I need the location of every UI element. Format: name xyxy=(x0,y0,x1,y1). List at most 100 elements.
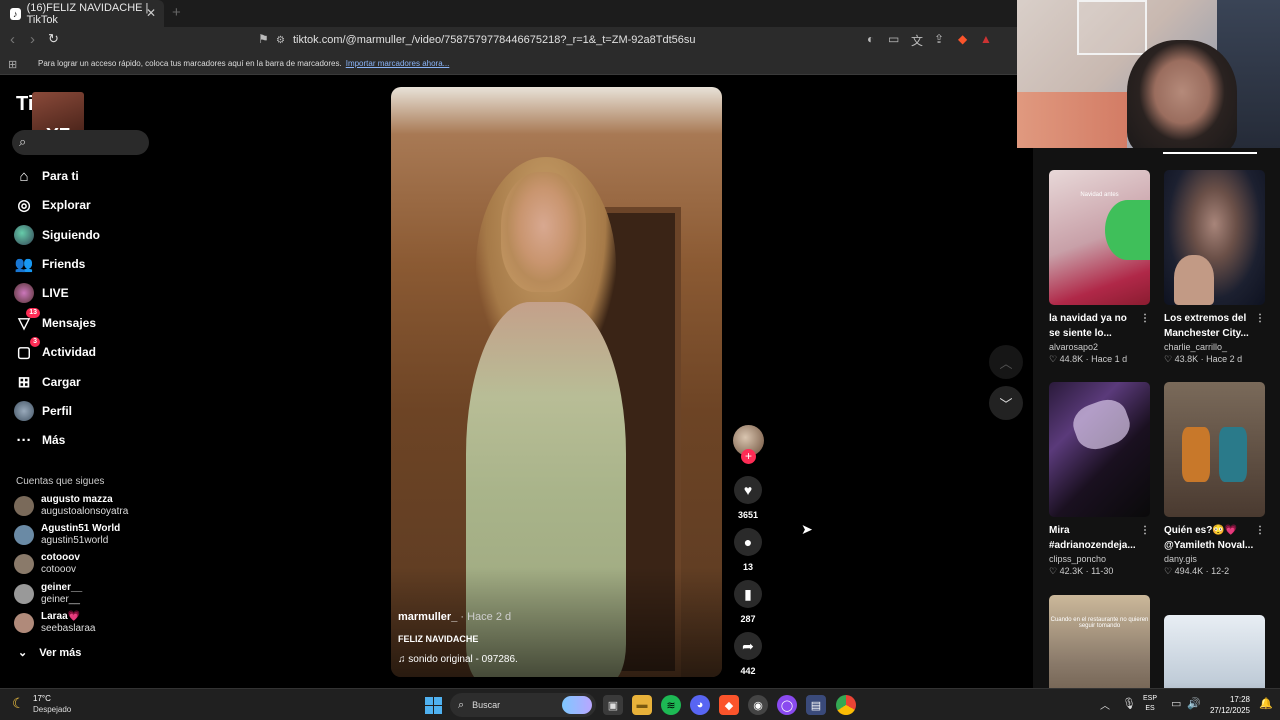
discord-icon[interactable]: ◕ xyxy=(690,695,710,715)
following-account[interactable]: Agustin51 World agustin51world xyxy=(14,523,120,547)
weather-temperature[interactable]: 17°C xyxy=(33,694,51,703)
media-icon[interactable]: ◐ xyxy=(867,32,874,46)
avatar xyxy=(14,496,34,516)
previous-video-button[interactable]: ︿ xyxy=(989,345,1023,379)
new-tab-button[interactable]: + xyxy=(172,4,181,21)
video-card[interactable]: Los extremos del Manchester City... ⋮ cha… xyxy=(1164,170,1265,365)
nav-siguiendo[interactable]: Siguiendo xyxy=(14,223,100,247)
card-author[interactable]: dany.gis xyxy=(1164,554,1265,564)
site-info-icon[interactable]: ⚙ xyxy=(276,35,285,46)
video-sound[interactable]: ♫ sonido original - 097286. xyxy=(398,654,518,665)
nav-mas[interactable]: ··· Más xyxy=(14,428,66,452)
card-stats: ♡ 42.3K · 11-30 xyxy=(1049,566,1114,576)
video-thumbnail[interactable]: Cuando en el restaurante no quieren segu… xyxy=(1049,595,1150,688)
following-account[interactable]: augusto mazza augustoalonsoyatra xyxy=(14,494,128,518)
like-button[interactable]: ♥ xyxy=(734,476,762,504)
more-options-icon[interactable]: ⋮ xyxy=(1255,311,1265,326)
url-text[interactable]: tiktok.com/@marmuller_/video/75875797784… xyxy=(293,34,696,46)
back-icon[interactable]: ‹ xyxy=(10,31,15,48)
cast-icon[interactable]: ▭ xyxy=(888,32,899,46)
card-title[interactable]: la navidad ya no se siente lo... xyxy=(1049,313,1127,339)
comment-button[interactable]: ● xyxy=(734,528,762,556)
brave-shield-icon[interactable]: ◆ xyxy=(958,32,967,46)
music-note-icon: ♫ xyxy=(398,654,409,665)
bookmark-icon[interactable]: ⚑ xyxy=(258,32,269,46)
moon-weather-icon[interactable]: ☾ xyxy=(12,695,25,712)
card-title[interactable]: Los extremos del Manchester City... xyxy=(1164,313,1249,339)
share-button[interactable]: ➦ xyxy=(734,632,762,660)
more-options-icon[interactable]: ⋮ xyxy=(1140,311,1150,326)
following-account[interactable]: geiner__ geiner__ xyxy=(14,582,82,606)
volume-icon[interactable]: 🔊 xyxy=(1187,697,1201,710)
save-button[interactable]: ▮ xyxy=(734,580,762,608)
next-video-button[interactable]: ﹀ xyxy=(989,386,1023,420)
taskbar-search[interactable]: ⌕ Buscar xyxy=(450,693,596,717)
more-options-icon[interactable]: ⋮ xyxy=(1140,523,1150,538)
nav-perfil[interactable]: Perfil xyxy=(14,399,72,423)
close-tab-icon[interactable]: ✕ xyxy=(146,6,156,20)
network-icon[interactable]: ▭ xyxy=(1171,697,1181,710)
translate-icon[interactable]: 文 xyxy=(911,32,923,49)
account-name: augusto mazza xyxy=(41,494,113,505)
save-count: 287 xyxy=(740,614,756,624)
search-input[interactable]: ⌕ xyxy=(12,130,149,155)
video-card[interactable]: Cuando en el restaurante no quieren segu… xyxy=(1049,595,1150,688)
nav-cargar[interactable]: ⊞ Cargar xyxy=(14,370,81,394)
video-thumbnail[interactable] xyxy=(1164,170,1265,305)
forward-icon[interactable]: › xyxy=(30,31,35,48)
nav-live[interactable]: LIVE xyxy=(14,281,69,305)
card-author[interactable]: clipss_poncho xyxy=(1049,554,1150,564)
tray-overflow-icon[interactable]: ︿ xyxy=(1100,697,1110,712)
reload-icon[interactable]: ↻ xyxy=(48,31,59,47)
nav-mensajes[interactable]: ▽ 13 Mensajes xyxy=(14,308,96,335)
nav-explorar[interactable]: ◎ Explorar xyxy=(14,193,90,217)
system-clock[interactable]: 17:28 27/12/2025 xyxy=(1208,694,1250,716)
card-title[interactable]: Mira #adrianozendeja... xyxy=(1049,525,1136,551)
card-author[interactable]: alvarosapo2 xyxy=(1049,342,1150,352)
game-controller-icon[interactable]: ▤ xyxy=(806,695,826,715)
video-card[interactable]: Navidad antes la navidad ya no se siente… xyxy=(1049,170,1150,365)
nav-friends[interactable]: 👥 Friends xyxy=(14,252,86,276)
nav-para-ti[interactable]: ⌂ Para ti xyxy=(14,164,78,188)
card-title[interactable]: Quién es?😳💗 @Yamileth Noval... xyxy=(1164,525,1253,551)
share-icon[interactable]: ⇪ xyxy=(934,32,944,46)
see-more-button[interactable]: ⌄ Ver más xyxy=(18,646,81,660)
input-language[interactable]: ESP ES xyxy=(1143,694,1157,714)
sound-name[interactable]: sonido original - 097286. xyxy=(408,654,518,665)
following-account[interactable]: Laraa💗 seebaslaraa xyxy=(14,611,95,635)
mouse-cursor-icon: ➤ xyxy=(801,521,813,537)
video-thumbnail[interactable]: Navidad antes xyxy=(1049,170,1150,305)
account-handle: agustin51world xyxy=(41,535,109,546)
avatar xyxy=(14,525,34,545)
chrome-icon[interactable] xyxy=(836,695,856,715)
video-thumbnail[interactable] xyxy=(1164,382,1265,517)
obs-icon[interactable]: ◯ xyxy=(777,695,797,715)
video-username[interactable]: marmuller_ xyxy=(398,611,457,623)
bookmarks-hint: Para lograr un acceso rápido, coloca tus… xyxy=(38,59,342,68)
video-author[interactable]: marmuller_ · Hace 2 d xyxy=(398,611,511,623)
file-explorer-icon[interactable]: ▬ xyxy=(632,695,652,715)
brave-rewards-icon[interactable]: ▲ xyxy=(980,32,992,46)
app-icon[interactable]: ◉ xyxy=(748,695,768,715)
more-options-icon[interactable]: ⋮ xyxy=(1255,523,1265,538)
video-thumbnail[interactable] xyxy=(1049,382,1150,517)
windows-start-icon[interactable] xyxy=(425,697,442,714)
video-card[interactable] xyxy=(1164,615,1265,688)
card-author[interactable]: charlie_carrillo_ xyxy=(1164,342,1265,352)
import-bookmarks-link[interactable]: Importar marcadores ahora... xyxy=(346,59,450,68)
brave-browser-icon[interactable]: ◆ xyxy=(719,695,739,715)
video-player[interactable]: marmuller_ · Hace 2 d FELIZ NAVIDACHE ♫ … xyxy=(391,87,722,677)
task-view-icon[interactable]: ▣ xyxy=(603,695,623,715)
spotify-icon[interactable]: ≋ xyxy=(661,695,681,715)
video-thumbnail[interactable] xyxy=(1164,615,1265,688)
follow-plus-icon[interactable]: + xyxy=(741,449,756,464)
microphone-icon[interactable]: 🎙 xyxy=(1122,697,1136,710)
notification-bell-icon[interactable]: 🔔 xyxy=(1259,697,1273,710)
apps-grid-icon[interactable]: ⊞ xyxy=(8,58,17,71)
following-account[interactable]: cotooov cotooov xyxy=(14,552,80,576)
weather-description[interactable]: Despejado xyxy=(33,705,71,714)
video-card[interactable]: Mira #adrianozendeja... ⋮ clipss_poncho ♡… xyxy=(1049,382,1150,577)
nav-actividad[interactable]: ▢ 3 Actividad xyxy=(14,337,96,364)
browser-tab[interactable]: ♪ (16)FELIZ NAVIDACHE | TikTok ✕ xyxy=(0,0,164,27)
video-card[interactable]: Quién es?😳💗 @Yamileth Noval... ⋮ dany.gis… xyxy=(1164,382,1265,577)
